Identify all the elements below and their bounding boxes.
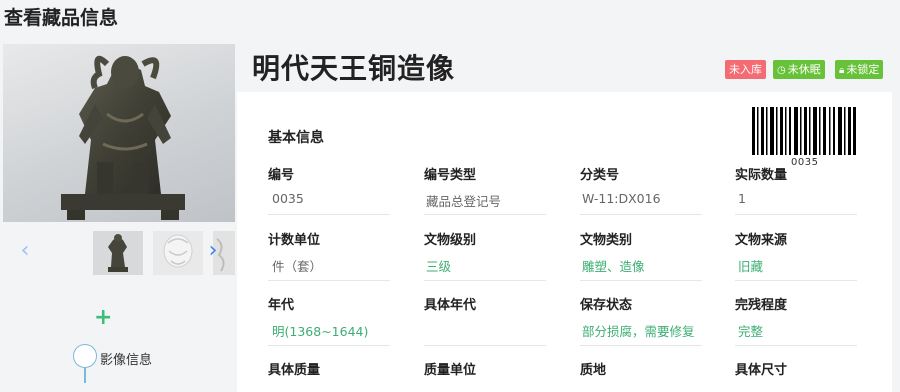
field-divider: [424, 345, 546, 346]
field-label-relic-grade: 文物级别: [424, 233, 477, 248]
field-label-number-type: 编号类型: [424, 168, 477, 183]
add-image-button[interactable]: +: [94, 307, 112, 329]
field-divider: [735, 214, 857, 215]
field-value-actual-quantity: 1: [738, 191, 746, 206]
field-divider: [735, 345, 857, 346]
field-label-relic-category: 文物类别: [580, 233, 633, 248]
field-label-class-number: 分类号: [580, 168, 620, 183]
prev-image-button[interactable]: ‹: [15, 236, 35, 266]
section-title: 基本信息: [268, 130, 324, 146]
field-divider: [424, 280, 546, 281]
clock-icon: ◷: [777, 65, 786, 76]
field-label-specific-size: 具体尺寸: [735, 363, 788, 378]
lock-status-badge: 🔒︎ 未锁定: [835, 60, 884, 79]
thumbnail-strip: ‹ ›: [3, 228, 235, 276]
field-label-specific-era: 具体年代: [424, 298, 477, 313]
field-value-class-number: W-11:DX016: [582, 191, 661, 206]
field-divider: [268, 345, 390, 346]
object-title: 明代天王铜造像: [252, 52, 456, 85]
field-divider: [735, 280, 857, 281]
barcode-image: [752, 107, 856, 155]
field-divider: [424, 214, 546, 215]
bronze-statue-image: [61, 55, 185, 220]
storage-status-badge: 未入库: [725, 60, 766, 79]
field-value-relic-source[interactable]: 旧藏: [738, 256, 763, 275]
field-divider: [268, 214, 390, 215]
field-label-material: 质地: [580, 363, 607, 378]
thumbnail-1[interactable]: [93, 231, 143, 275]
relief-thumbnail-image: [163, 234, 193, 268]
thumbnail-2[interactable]: [153, 231, 203, 275]
main-artifact-image[interactable]: [3, 44, 235, 222]
field-value-era[interactable]: 明(1368~1644): [272, 321, 368, 340]
field-value-count-unit: 件（套）: [272, 259, 323, 274]
field-divider: [580, 214, 702, 215]
field-label-actual-quantity: 实际数量: [735, 168, 788, 183]
field-divider: [580, 345, 702, 346]
lock-icon: 🔒︎: [839, 65, 845, 76]
field-value-relic-grade[interactable]: 三级: [426, 256, 451, 275]
field-label-preservation-state: 保存状态: [580, 298, 633, 313]
field-label-relic-source: 文物来源: [735, 233, 788, 248]
timeline-line: [84, 368, 86, 383]
field-value-relic-category[interactable]: 雕塑、造像: [582, 256, 645, 275]
sleep-status-badge: ◷ 未休眠: [773, 60, 825, 79]
field-label-number: 编号: [268, 168, 295, 183]
field-value-number: 0035: [272, 191, 304, 206]
timeline-node-icon: [73, 344, 97, 368]
field-label-era: 年代: [268, 298, 295, 313]
image-info-label[interactable]: 影像信息: [100, 349, 152, 368]
field-divider: [268, 280, 390, 281]
page-title: 查看藏品信息: [4, 7, 119, 29]
field-value-preservation-state[interactable]: 部分损腐，需要修复: [582, 321, 695, 340]
field-value-number-type: 藏品总登记号: [426, 194, 502, 209]
field-label-completeness: 完残程度: [735, 298, 788, 313]
field-label-specific-mass: 具体质量: [268, 363, 321, 378]
field-value-completeness[interactable]: 完整: [738, 321, 763, 340]
statue-thumbnail-image: [108, 234, 128, 272]
field-divider: [580, 280, 702, 281]
next-image-button[interactable]: ›: [203, 236, 223, 266]
field-label-count-unit: 计数单位: [268, 233, 321, 248]
field-label-mass-unit: 质量单位: [424, 363, 477, 378]
barcode-number: 0035: [791, 157, 819, 168]
